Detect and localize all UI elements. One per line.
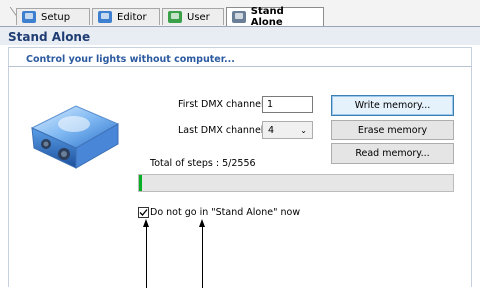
tab-label: Stand Alone — [250, 6, 284, 28]
first-dmx-input[interactable]: 1 — [262, 96, 313, 113]
tab-label: Editor — [117, 11, 147, 23]
read-memory-button[interactable]: Read memory... — [331, 143, 454, 164]
chevron-down-icon: ⌄ — [300, 125, 307, 135]
last-dmx-value: 4 — [268, 124, 275, 136]
user-icon — [168, 11, 182, 23]
tab-stand-alone[interactable]: Stand Alone — [226, 6, 324, 28]
arrow-line — [146, 226, 147, 288]
last-dmx-select[interactable]: 4 ⌄ — [262, 121, 313, 139]
progress-fill — [139, 175, 143, 191]
arrow-line — [202, 226, 203, 288]
tab-editor[interactable]: Editor — [92, 8, 160, 25]
last-dmx-label: Last DMX channel — [178, 125, 264, 136]
editor-icon — [98, 11, 112, 23]
progress-bar — [138, 174, 454, 192]
first-dmx-label: First DMX channel — [178, 99, 264, 110]
tab-strip: Setup Editor User Stand Alone — [0, 0, 480, 28]
do-not-go-label: Do not go in "Stand Alone" now — [150, 207, 301, 218]
dmx-interface-device-icon — [30, 105, 120, 169]
checkmark-icon — [139, 209, 148, 216]
page-header: Stand Alone — [0, 27, 480, 45]
total-steps-label: Total of steps : 5/2556 — [150, 158, 256, 169]
erase-memory-button[interactable]: Erase memory — [331, 120, 454, 140]
write-memory-button[interactable]: Write memory... — [331, 95, 454, 116]
tab-label: User — [187, 11, 210, 23]
page-title: Stand Alone — [8, 30, 91, 44]
tab-setup[interactable]: Setup — [16, 8, 90, 25]
do-not-go-checkbox[interactable] — [138, 207, 149, 218]
setup-icon — [22, 11, 36, 23]
divider — [8, 66, 472, 67]
stand-alone-icon — [232, 11, 246, 23]
tab-user[interactable]: User — [162, 8, 224, 25]
page-subtitle: Control your lights without computer... — [26, 54, 235, 65]
tab-label: Setup — [41, 11, 71, 23]
